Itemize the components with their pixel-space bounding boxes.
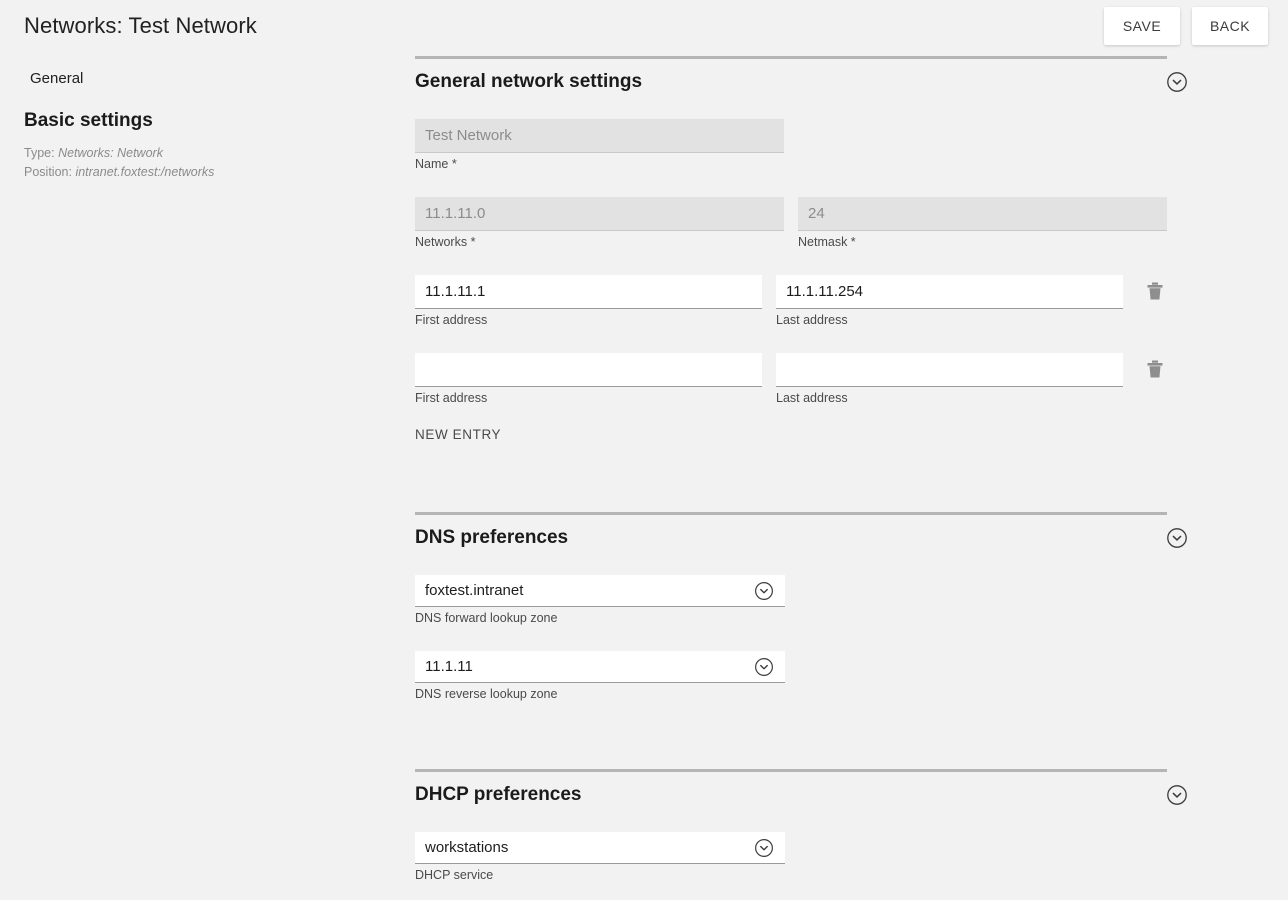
main-content: General network settings Test Network Na… [415,56,1187,882]
page-title: Networks: Test Network [24,13,257,38]
section-general-network-settings: General network settings Test Network Na… [415,56,1187,444]
dns-reverse-zone-label: DNS reverse lookup zone [415,687,558,701]
back-button[interactable]: BACK [1192,7,1268,45]
netmask-label: Netmask * [798,235,856,249]
name-input: Test Network [415,119,784,153]
section-dns-preferences: DNS preferences foxtest.intranet DNS for… [415,512,1187,701]
chevron-down-circle-icon[interactable] [1165,783,1189,807]
section-title: DHCP preferences [415,784,582,805]
dns-forward-zone-select[interactable]: foxtest.intranet [415,575,785,607]
chevron-down-circle-icon[interactable] [753,837,775,859]
sidebar-tabstrip: General [0,56,400,100]
metadata-position-value: intranet.foxtest:/networks [75,165,215,179]
section-header: General network settings [415,59,1187,105]
section-header: DHCP preferences [415,772,1187,818]
trash-icon[interactable] [1143,275,1167,307]
first-address-label: First address [415,313,488,327]
field-dns-forward-zone: foxtest.intranet DNS forward lookup zone [415,575,1167,625]
metadata-type: Type: Networks: Network [24,144,400,163]
field-last-address: 11.1.11.254 Last address [776,275,1123,327]
metadata-type-value: Networks: Network [58,146,163,160]
sidebar: General Basic settings Type: Networks: N… [0,56,400,182]
chevron-down-circle-icon[interactable] [1165,70,1189,94]
top-bar-actions: SAVE BACK [1104,7,1268,45]
dhcp-service-value: workstations [425,839,509,856]
metadata-type-key: Type: [24,146,55,160]
metadata-position-key: Position: [24,165,72,179]
first-address-input[interactable] [415,353,762,387]
metadata-position: Position: intranet.foxtest:/networks [24,163,400,182]
dhcp-service-select[interactable]: workstations [415,832,785,864]
name-label: Name * [415,157,457,171]
last-address-label: Last address [776,391,848,405]
new-entry-button[interactable]: NEW ENTRY [415,427,501,442]
field-name: Test Network Name * [415,119,784,171]
last-address-input[interactable] [776,353,1123,387]
network-netmask-row: 11.1.11.0 Networks * 24 Netmask * [415,197,1167,249]
section-title: DNS preferences [415,527,569,548]
networks-label: Networks * [415,235,476,249]
dns-reverse-zone-value: 11.1.11 [425,658,473,675]
netmask-input: 24 [798,197,1167,231]
dns-reverse-zone-select[interactable]: 11.1.11 [415,651,785,683]
first-address-label: First address [415,391,488,405]
field-first-address: First address [415,353,762,405]
section-dhcp-preferences: DHCP preferences workstations DHCP servi… [415,769,1187,882]
chevron-down-circle-icon[interactable] [753,580,775,602]
section-header: DNS preferences [415,515,1187,561]
last-address-input[interactable]: 11.1.11.254 [776,275,1123,309]
address-range-row: 11.1.11.1 First address 11.1.11.254 Last… [415,275,1167,327]
field-first-address: 11.1.11.1 First address [415,275,762,327]
chevron-down-circle-icon[interactable] [1165,526,1189,550]
field-netmask: 24 Netmask * [798,197,1167,249]
last-address-label: Last address [776,313,848,327]
dns-forward-zone-label: DNS forward lookup zone [415,611,558,625]
dhcp-service-label: DHCP service [415,868,494,882]
top-bar: Networks: Test Network SAVE BACK [0,0,1288,56]
field-dhcp-service: workstations DHCP service [415,832,1167,882]
field-dns-reverse-zone: 11.1.11 DNS reverse lookup zone [415,651,1167,701]
chevron-down-circle-icon[interactable] [753,656,775,678]
trash-icon[interactable] [1143,353,1167,385]
first-address-input[interactable]: 11.1.11.1 [415,275,762,309]
address-range-row: First address Last address [415,353,1167,405]
sidebar-heading: Basic settings [24,110,153,131]
field-last-address: Last address [776,353,1123,405]
section-title: General network settings [415,71,643,92]
object-metadata: Type: Networks: Network Position: intran… [0,144,400,182]
tab-general[interactable]: General [30,70,83,87]
dns-forward-zone-value: foxtest.intranet [425,582,524,599]
networks-input: 11.1.11.0 [415,197,784,231]
save-button[interactable]: SAVE [1104,7,1180,45]
field-networks: 11.1.11.0 Networks * [415,197,784,249]
